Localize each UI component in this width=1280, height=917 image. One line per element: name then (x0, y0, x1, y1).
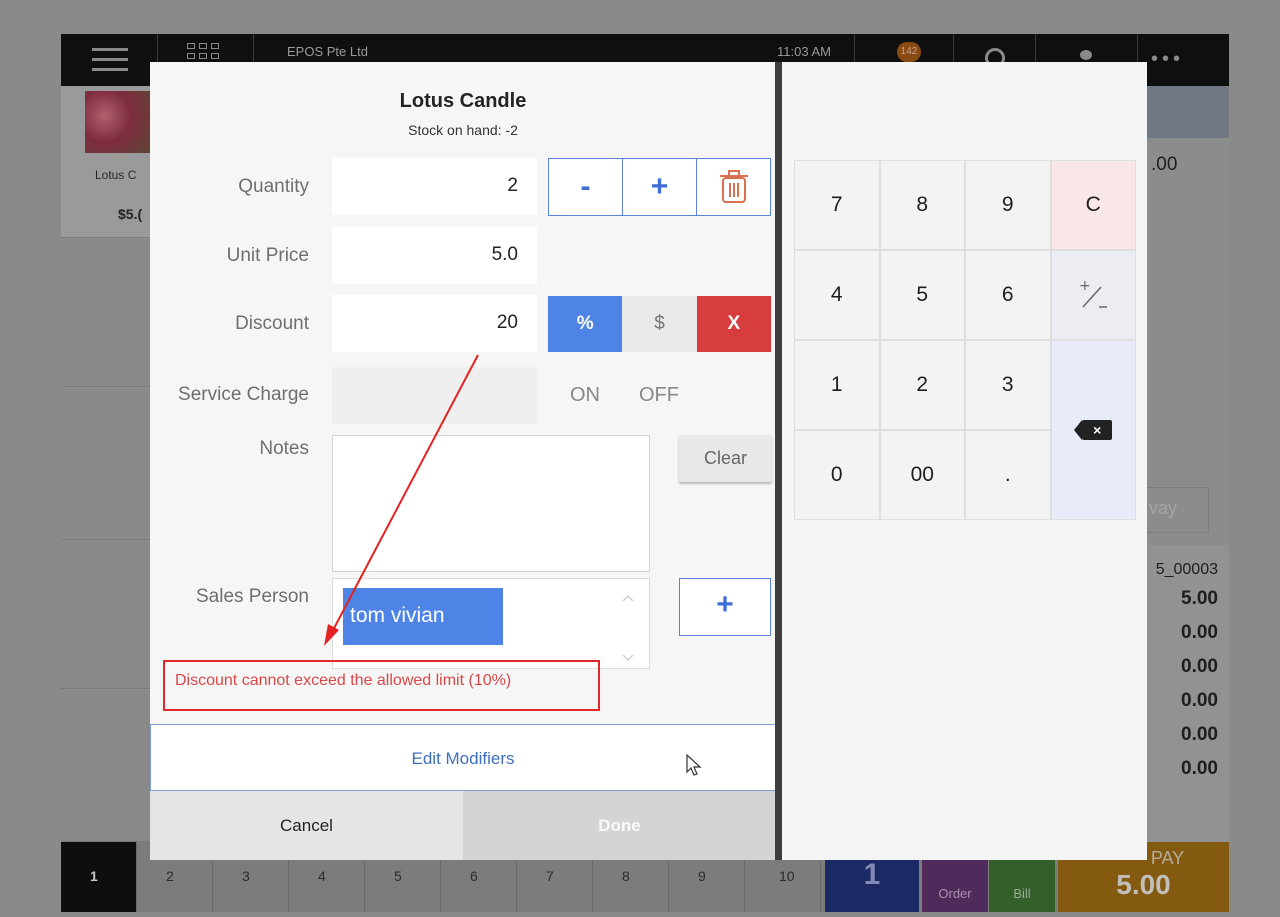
key-6[interactable]: 6 (965, 250, 1051, 340)
cancel-button[interactable]: Cancel (150, 791, 463, 860)
key-00[interactable]: 00 (879, 430, 965, 520)
product-image (85, 91, 150, 153)
notes-label: Notes (259, 438, 309, 459)
edit-item-dialog: Lotus Candle Stock on hand: -2 Quantity … (150, 62, 776, 860)
notification-badge: 142 (897, 42, 921, 62)
product-price: $5.( (118, 206, 143, 222)
notes-clear-button[interactable]: Clear (679, 435, 772, 482)
backspace-icon: × (1074, 420, 1113, 440)
summary-value: 0.00 (1181, 656, 1218, 677)
summary-value: 0.00 (1181, 724, 1218, 745)
pay-amount: 5.00 (1116, 869, 1171, 900)
key-2[interactable]: 2 (879, 340, 965, 430)
unit-price-label: Unit Price (226, 245, 309, 266)
done-button[interactable]: Done (463, 791, 776, 860)
key-decimal[interactable]: . (965, 430, 1051, 520)
order-button[interactable]: Order (922, 858, 988, 912)
service-charge-input (332, 367, 537, 424)
notes-textarea[interactable] (332, 435, 650, 572)
dialog-title: Lotus Candle (399, 90, 527, 112)
key-4[interactable]: 4 (794, 250, 880, 340)
svg-text:+: + (1079, 278, 1091, 294)
key-backspace[interactable]: × (1050, 340, 1136, 520)
panel-divider (775, 62, 782, 860)
table-tab-1[interactable]: 1 (61, 842, 137, 912)
keypad-panel: 7 8 9 C 4 5 6 + 1 2 3 × 0 00 . (782, 62, 1147, 860)
discount-type-selector: % $ X (548, 296, 771, 352)
increment-button[interactable]: + (623, 159, 697, 215)
takeaway-button[interactable]: vay (1146, 487, 1209, 533)
service-charge-label: Service Charge (178, 384, 309, 405)
key-plus-minus[interactable]: + (1050, 250, 1136, 340)
discount-input[interactable]: 20 (332, 295, 537, 352)
stock-on-hand: Stock on hand: -2 (408, 122, 518, 138)
menu-icon[interactable] (61, 34, 158, 86)
key-0[interactable]: 0 (794, 430, 880, 520)
product-tile-empty (61, 541, 150, 689)
discount-error-message: Discount cannot exceed the allowed limit… (175, 672, 512, 689)
service-charge-toggle: ON OFF (548, 367, 696, 423)
plus-minus-icon: + (1079, 278, 1108, 308)
more-options-icon[interactable]: ••• (1151, 48, 1184, 71)
key-3[interactable]: 3 (965, 340, 1051, 430)
mouse-cursor-icon (686, 754, 702, 776)
numeric-keypad: 7 8 9 C 4 5 6 + 1 2 3 × 0 00 . (794, 160, 1136, 520)
discount-label: Discount (235, 313, 309, 334)
quantity-controls: - + (548, 158, 771, 216)
sales-person-list[interactable]: tom vivian (332, 578, 650, 669)
product-tile-empty (61, 239, 150, 387)
discount-clear-button[interactable]: X (696, 296, 771, 352)
sales-person-label: Sales Person (195, 586, 309, 607)
decrement-button[interactable]: - (549, 159, 623, 215)
company-name: EPOS Pte Ltd (287, 44, 368, 59)
sales-person-chip[interactable]: tom vivian (343, 588, 503, 645)
add-sales-person-button[interactable]: + (679, 578, 771, 636)
error-highlight-box: Discount cannot exceed the allowed limit… (163, 660, 600, 711)
key-5[interactable]: 5 (879, 250, 965, 340)
service-charge-off-button[interactable]: OFF (622, 367, 696, 423)
key-clear[interactable]: C (1050, 160, 1136, 250)
order-total: .00 (1151, 154, 1178, 175)
order-reference: 5_00003 (1155, 561, 1218, 578)
quantity-label: Quantity (238, 176, 309, 197)
key-7[interactable]: 7 (794, 160, 880, 250)
product-tile[interactable]: Lotus C $5.( (61, 86, 150, 238)
clock: 11:03 AM (777, 44, 831, 59)
discount-dollar-button[interactable]: $ (622, 296, 697, 352)
discount-percent-button[interactable]: % (548, 296, 623, 352)
order-panel-header (1146, 86, 1229, 138)
list-scrollbar[interactable] (615, 591, 641, 667)
unit-price-input[interactable]: 5.0 (332, 227, 537, 284)
summary-value: 0.00 (1181, 690, 1218, 711)
product-tile-empty (61, 388, 150, 540)
dialog-footer: Cancel Done (150, 791, 776, 860)
product-name: Lotus C (95, 168, 137, 182)
key-8[interactable]: 8 (879, 160, 965, 250)
product-tile-empty (61, 690, 150, 842)
summary-value: 0.00 (1181, 758, 1218, 779)
trash-icon[interactable] (697, 159, 770, 215)
quantity-input[interactable]: 2 (332, 158, 537, 215)
summary-value: 5.00 (1181, 588, 1218, 609)
key-1[interactable]: 1 (794, 340, 880, 430)
order-panel: .00 vay 5_00003 5.00 0.00 0.00 0.00 0.00… (1146, 86, 1229, 845)
service-charge-on-button[interactable]: ON (548, 367, 622, 423)
summary-value: 0.00 (1181, 622, 1218, 643)
key-9[interactable]: 9 (965, 160, 1051, 250)
edit-modifiers-button[interactable]: Edit Modifiers (150, 724, 776, 791)
bill-button[interactable]: Bill (989, 858, 1055, 912)
